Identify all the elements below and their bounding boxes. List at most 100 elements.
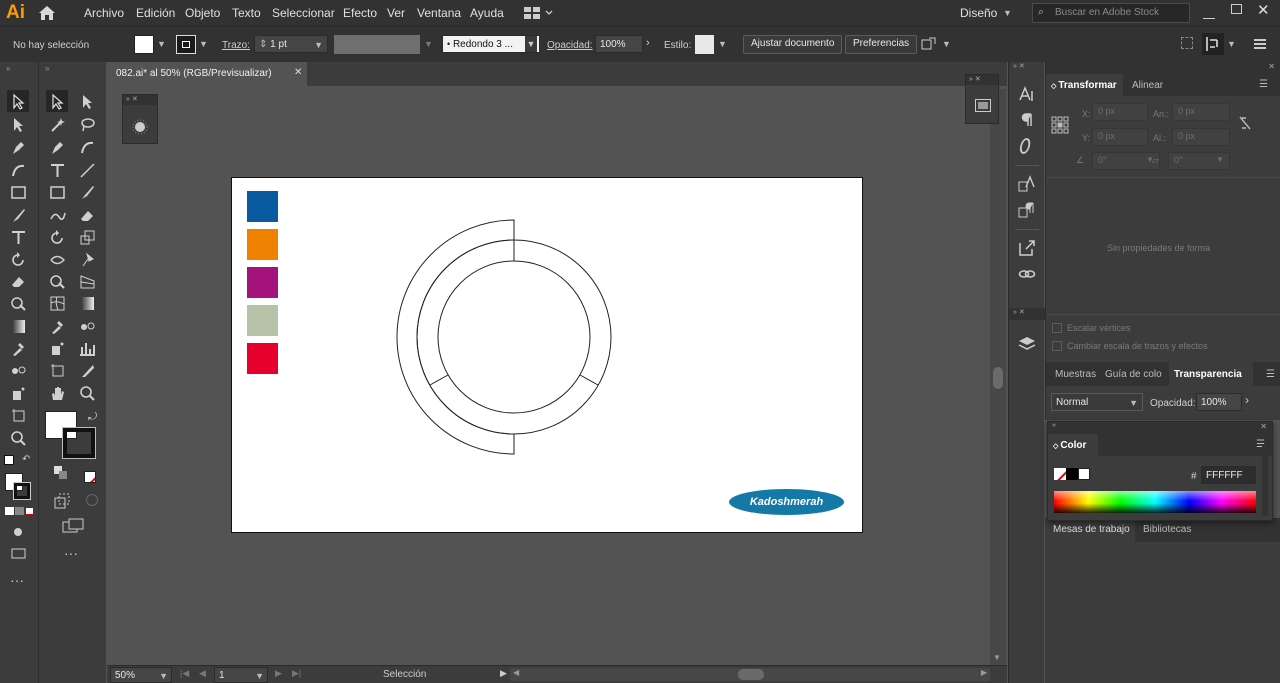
curvature-tool-icon[interactable]	[76, 136, 98, 158]
blend-tool-icon[interactable]	[7, 359, 29, 381]
magic-wand-tool-icon[interactable]	[46, 113, 68, 135]
none-color-icon[interactable]	[84, 471, 96, 483]
close-icon[interactable]: ✕	[1257, 1, 1270, 19]
previous-artboard-icon[interactable]: ◀	[199, 668, 206, 679]
height-field[interactable]: 0 px	[1172, 128, 1230, 146]
perspective-grid-tool-icon[interactable]	[76, 270, 98, 292]
scale-tool-icon[interactable]	[76, 226, 98, 248]
scale-strokes-checkbox[interactable]	[1052, 341, 1062, 351]
arrange-icon[interactable]	[921, 36, 937, 52]
style-chevron-icon[interactable]: ▼	[718, 39, 727, 49]
screen-mode-icon[interactable]	[7, 542, 29, 564]
black-color-swatch[interactable]	[1066, 468, 1078, 480]
shaper-tool-icon[interactable]	[46, 204, 68, 226]
arrange-chevron-icon[interactable]: ▼	[942, 39, 951, 49]
workspace-switcher[interactable]: Diseño	[960, 6, 997, 20]
first-artboard-icon[interactable]: |◀	[180, 668, 189, 679]
status-menu-arrow-icon[interactable]: ▶	[500, 668, 507, 679]
horizontal-scrollbar[interactable]: ◀ ▶	[510, 668, 990, 681]
artboard[interactable]: Kadoshmerah	[231, 177, 863, 533]
shape-builder-tool-icon[interactable]	[7, 292, 29, 314]
tab-transformar[interactable]: ◇ Transformar	[1051, 80, 1117, 91]
adjust-document-button[interactable]: Ajustar documento	[743, 35, 843, 54]
tab-alinear[interactable]: Alinear	[1132, 80, 1163, 91]
align-panel-icon[interactable]	[1202, 33, 1224, 55]
selection-tool-icon[interactable]	[7, 90, 29, 112]
preferences-button[interactable]: Preferencias	[845, 35, 918, 54]
change-screen-mode-icon[interactable]	[61, 518, 85, 534]
swatch-orange[interactable]	[247, 229, 278, 260]
maximize-icon[interactable]	[1231, 4, 1242, 14]
paragraph-styles-icon[interactable]	[1012, 198, 1042, 222]
panel-menu-icon[interactable]: ☰	[1259, 79, 1268, 90]
default-colors-icon[interactable]	[4, 455, 14, 465]
none-mode-icon[interactable]	[25, 507, 34, 515]
hex-color-field[interactable]: FFFFFF	[1201, 466, 1256, 484]
swatch-red[interactable]	[247, 343, 278, 374]
scroll-right-icon[interactable]: ▶	[981, 668, 987, 677]
scrollbar-thumb[interactable]	[738, 669, 764, 680]
menu-seleccionar[interactable]: Seleccionar	[272, 6, 335, 20]
slice-tool-icon[interactable]	[76, 359, 98, 381]
character-styles-icon[interactable]	[1012, 172, 1042, 196]
draw-inside-icon[interactable]	[53, 492, 71, 510]
width-field[interactable]: 0 px	[1172, 103, 1230, 121]
selection-tool-icon[interactable]	[46, 90, 68, 112]
menu-icon[interactable]	[1254, 39, 1266, 49]
links-icon[interactable]	[1012, 262, 1042, 286]
line-tool-icon[interactable]	[76, 159, 98, 181]
home-icon[interactable]	[37, 4, 59, 22]
artboard-tool-icon[interactable]	[46, 359, 68, 381]
curvature-tool-icon[interactable]	[7, 159, 29, 181]
arrange-documents-icon[interactable]	[524, 6, 554, 20]
mesh-tool-icon[interactable]	[46, 292, 68, 314]
isolate-icon[interactable]	[1181, 37, 1193, 49]
stepper-icon[interactable]: ⇕	[259, 39, 267, 50]
opentype-panel-icon[interactable]	[1012, 134, 1042, 158]
document-tab[interactable]: 082.ai* al 50% (RGB/Previsualizar) ✕	[107, 62, 307, 86]
menu-edicion[interactable]: Edición	[136, 6, 175, 20]
draw-mode-icon[interactable]	[7, 520, 29, 542]
color-spectrum-slider[interactable]	[1054, 491, 1256, 513]
y-field[interactable]: 0 px	[1092, 128, 1148, 146]
profile-chevron-icon[interactable]: ▼	[424, 39, 433, 49]
character-panel-icon[interactable]	[1012, 82, 1042, 106]
zoom-select[interactable]: 50% ▼	[110, 667, 172, 683]
rotate-tool-icon[interactable]	[46, 226, 68, 248]
fill-chevron-icon[interactable]: ▼	[157, 39, 166, 49]
brush-definition-field[interactable]: • Redondo 3 ... ▼	[442, 35, 540, 53]
direct-selection-tool-icon[interactable]	[7, 113, 29, 135]
eraser-tool-icon[interactable]	[7, 270, 29, 292]
graphic-style-swatch[interactable]	[695, 35, 714, 54]
swatch-blue[interactable]	[247, 191, 278, 222]
stroke-chevron-icon[interactable]: ▼	[199, 39, 208, 49]
swatch-sage[interactable]	[247, 305, 278, 336]
symbol-sprayer-tool-icon[interactable]	[46, 337, 68, 359]
paintbrush-tool-icon[interactable]	[76, 181, 98, 203]
tab-color[interactable]: ◇ Color	[1053, 440, 1086, 451]
scrollbar-thumb[interactable]	[993, 367, 1003, 389]
align-chevron-icon[interactable]: ▼	[1227, 39, 1236, 49]
brush-panel-icon[interactable]	[132, 119, 148, 135]
menu-efecto[interactable]: Efecto	[343, 6, 377, 20]
pen-tool-icon[interactable]	[7, 136, 29, 158]
eraser-tool-icon[interactable]	[76, 204, 98, 226]
collapse-icon[interactable]: »	[1052, 422, 1056, 429]
rotate-tool-icon[interactable]	[7, 248, 29, 270]
reference-point-icon[interactable]	[1051, 116, 1069, 134]
close-tab-icon[interactable]: ✕	[294, 67, 302, 78]
chevron-right-icon[interactable]: ›	[1245, 393, 1259, 411]
tab-bibliotecas[interactable]: Bibliotecas	[1143, 524, 1191, 535]
artboard-tool-icon[interactable]	[7, 404, 29, 426]
rectangle-tool-icon[interactable]	[7, 181, 29, 203]
direct-selection-tool-icon[interactable]	[76, 90, 98, 112]
last-artboard-icon[interactable]: ▶|	[292, 668, 301, 679]
rectangle-tool-icon[interactable]	[46, 181, 68, 203]
blend-mode-select[interactable]: Normal ▼	[1051, 393, 1143, 411]
panel-menu-icon[interactable]: ☰	[1266, 369, 1275, 380]
lasso-tool-icon[interactable]	[76, 113, 98, 135]
gradient-tool-icon[interactable]	[7, 315, 29, 337]
next-artboard-icon[interactable]: ▶	[275, 668, 282, 679]
variable-width-profile[interactable]	[334, 35, 420, 54]
menu-ver[interactable]: Ver	[387, 6, 405, 20]
